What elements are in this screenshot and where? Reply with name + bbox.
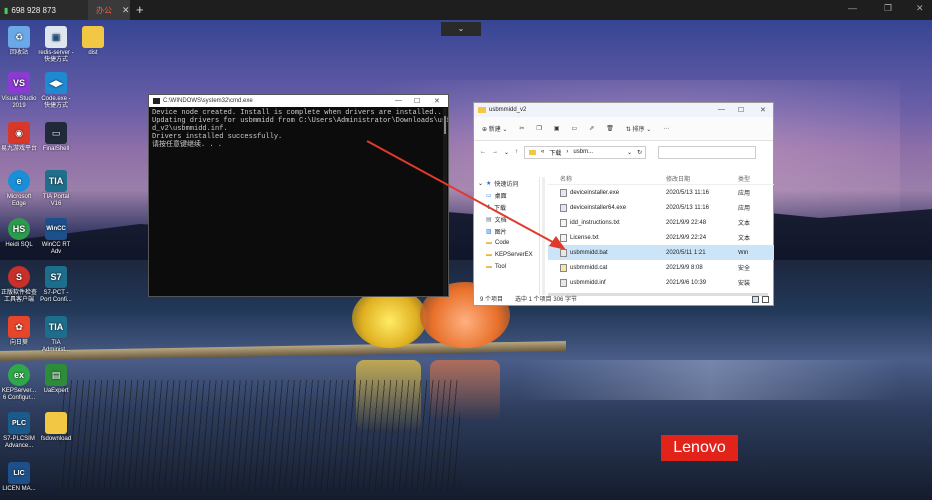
arrow-line [366, 140, 561, 247]
annotation-arrow [366, 140, 566, 250]
lenovo-logo: Lenovo [661, 435, 738, 461]
arrow-head [549, 236, 566, 250]
